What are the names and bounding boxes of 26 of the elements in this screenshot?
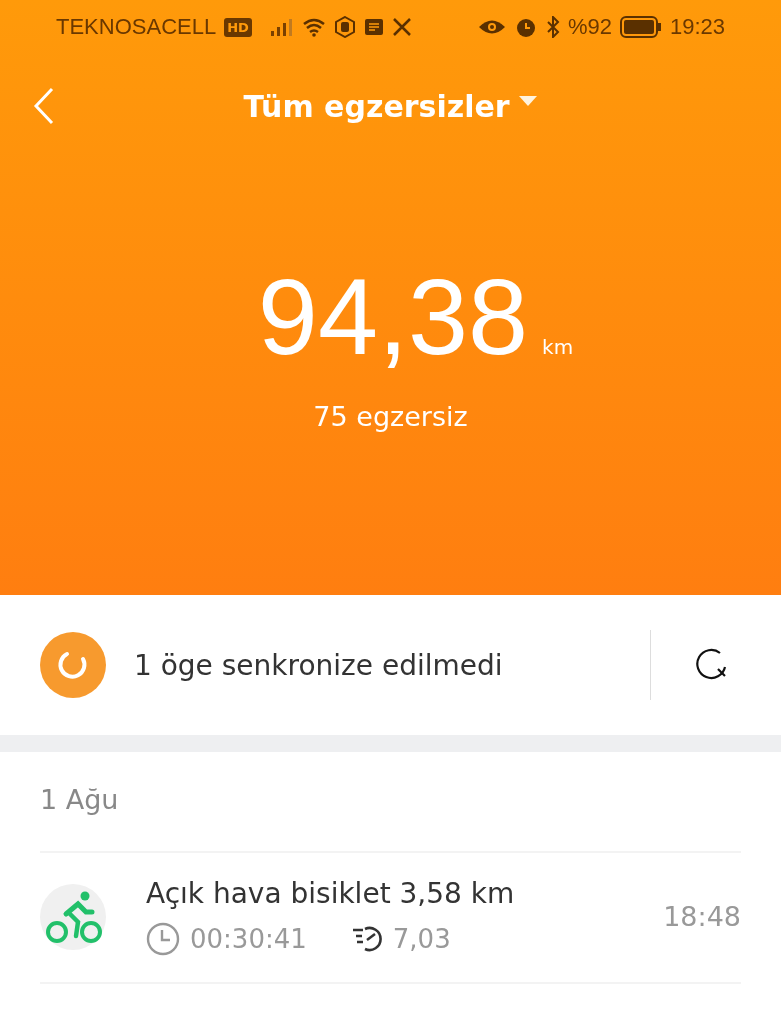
bluetooth-icon	[545, 16, 560, 38]
dropdown-caret-icon	[517, 94, 538, 107]
workout-title: Açık hava bisiklet 3,58 km	[146, 877, 516, 910]
total-distance: 94,38	[257, 263, 529, 371]
note-icon	[363, 18, 384, 36]
cyclist-icon	[40, 883, 106, 950]
x-logo-icon	[391, 17, 412, 37]
workout-duration: 00:30:41	[190, 924, 307, 954]
distance-unit: km	[542, 335, 574, 359]
battery-icon	[619, 16, 662, 38]
battery-percent: %92	[567, 14, 612, 40]
sync-message: 1 öge senkronize edilmedi	[134, 648, 504, 682]
sync-pending-icon	[40, 632, 106, 698]
workout-row[interactable]: Açık hava bisiklet 3,58 km 00:30:41 7,03 18:48	[40, 853, 741, 984]
signal-icon	[269, 17, 294, 37]
speedometer-icon	[350, 925, 383, 953]
workout-pace: 7,03	[392, 924, 451, 954]
eye-icon	[477, 18, 506, 36]
clock-time: 19:23	[669, 14, 725, 40]
clock-icon	[146, 922, 180, 956]
workout-time: 18:48	[663, 901, 741, 932]
wifi-icon	[301, 17, 326, 37]
network-badge: HD	[224, 17, 252, 37]
date-heading: 1 Ağu	[40, 752, 741, 853]
workout-count: 75 egzersiz	[313, 401, 468, 432]
carrier-name: TEKNOSACELL	[56, 14, 217, 40]
